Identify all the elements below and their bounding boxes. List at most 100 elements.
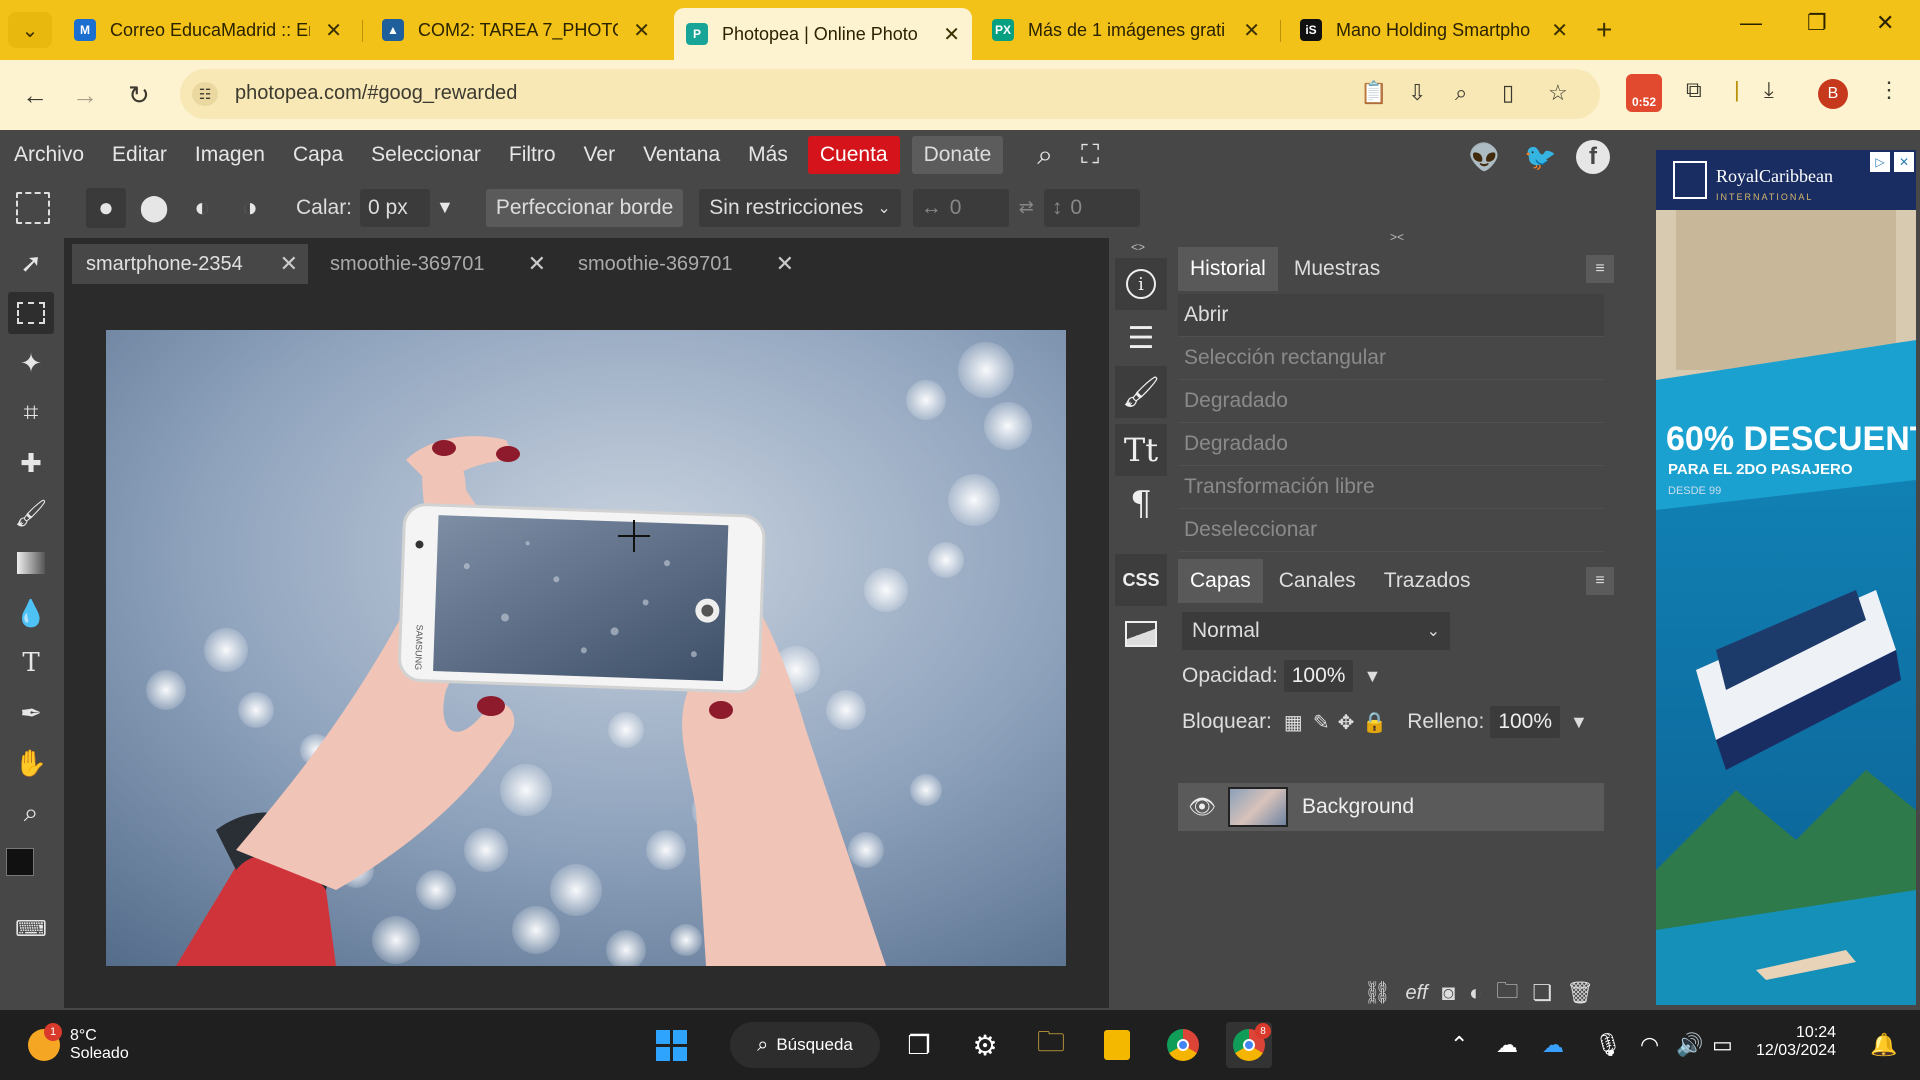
kebab-menu-icon[interactable]: ⋮ xyxy=(1878,77,1900,103)
character-icon[interactable]: Tt xyxy=(1115,424,1167,476)
close-doc-icon[interactable]: ✕ xyxy=(280,251,298,277)
new-tab-plus-icon[interactable]: + xyxy=(1596,14,1612,46)
settings-gear-icon[interactable]: ⚙ xyxy=(962,1022,1008,1068)
clipboard-icon[interactable]: 📋 xyxy=(1360,80,1387,106)
url-text[interactable]: photopea.com/#goog_rewarded xyxy=(235,82,517,105)
close-tab-icon[interactable]: ✕ xyxy=(633,18,650,43)
donate-button[interactable]: Donate xyxy=(911,136,1004,174)
lock-paint-icon[interactable]: ✎ xyxy=(1313,710,1330,735)
weather-widget[interactable]: 1 8°C Soleado xyxy=(28,1022,158,1068)
menu-ventana[interactable]: Ventana xyxy=(643,143,720,167)
selection-new-icon[interactable]: ● xyxy=(86,187,126,228)
taskbar-search[interactable]: ⌕ Búsqueda xyxy=(730,1022,880,1068)
download-icon[interactable]: ⤓ xyxy=(1764,77,1774,103)
foreground-color-swatch[interactable] xyxy=(6,848,34,876)
extensions-puzzle-icon[interactable]: ⧉ xyxy=(1686,77,1702,103)
twitter-icon[interactable]: 🐦 xyxy=(1524,142,1556,173)
rect-select-icon[interactable] xyxy=(16,191,50,224)
close-doc-icon[interactable]: ✕ xyxy=(528,251,546,277)
zoom-tool-icon[interactable]: ⌕ xyxy=(8,792,54,834)
menu-seleccionar[interactable]: Seleccionar xyxy=(371,143,481,167)
menu-capa[interactable]: Capa xyxy=(293,143,343,167)
notes-app-icon[interactable] xyxy=(1094,1022,1140,1068)
info-icon[interactable]: i xyxy=(1115,258,1167,310)
menu-archivo[interactable]: Archivo xyxy=(14,143,84,167)
lock-transparency-icon[interactable]: ▦ xyxy=(1284,710,1303,735)
keyboard-icon[interactable]: ⌨ xyxy=(8,908,54,950)
tab-muestras[interactable]: Muestras xyxy=(1282,247,1392,291)
windows-start-icon[interactable] xyxy=(648,1022,694,1068)
delete-layer-icon[interactable]: 🗑 xyxy=(1566,980,1594,1006)
menu-imagen[interactable]: Imagen xyxy=(195,143,265,167)
history-item[interactable]: Degradado xyxy=(1178,380,1604,423)
clock[interactable]: 10:24 12/03/2024 xyxy=(1756,1024,1836,1060)
selection-subtract-icon[interactable]: ◐ xyxy=(182,192,222,223)
minimize-icon[interactable]: — xyxy=(1740,10,1762,36)
new-group-folder-icon[interactable]: 🗀 xyxy=(1496,974,1518,1012)
lock-all-icon[interactable]: 🔒 xyxy=(1362,710,1387,735)
history-item[interactable]: Deseleccionar xyxy=(1178,509,1604,552)
menu-filtro[interactable]: Filtro xyxy=(509,143,556,167)
adjustment-layer-icon[interactable]: ◐ xyxy=(1469,980,1482,1006)
tab-trazados[interactable]: Trazados xyxy=(1372,559,1483,603)
pen-tool-icon[interactable]: ✒ xyxy=(8,692,54,734)
refine-edge-button[interactable]: Perfeccionar borde xyxy=(485,188,684,227)
bookmark-star-icon[interactable]: ☆ xyxy=(1548,80,1568,106)
browser-tab-active[interactable]: P Photopea | Online Photo ✕ xyxy=(674,8,972,60)
blend-mode-select[interactable]: Normal ⌄ xyxy=(1182,612,1450,650)
ad-close-icon[interactable]: ✕ xyxy=(1894,152,1914,172)
browser-tab[interactable]: PX Más de 1 imágenes grati ✕ xyxy=(980,8,1272,52)
menu-ver[interactable]: Ver xyxy=(584,143,616,167)
site-settings-icon[interactable]: ☷ xyxy=(192,82,218,106)
history-item[interactable]: Selección rectangular xyxy=(1178,337,1604,380)
install-app-icon[interactable]: ⇩ xyxy=(1408,80,1426,106)
new-layer-icon[interactable]: ❏ xyxy=(1532,980,1552,1006)
width-input[interactable]: ↔ 0 xyxy=(912,188,1009,227)
image-icon[interactable] xyxy=(1115,608,1167,660)
constraint-select[interactable]: Sin restricciones ⌄ xyxy=(699,188,901,227)
chevron-up-icon[interactable]: ⌃ xyxy=(1450,1032,1468,1058)
volume-icon[interactable]: 🔊 xyxy=(1676,1032,1703,1058)
history-item[interactable]: Degradado xyxy=(1178,423,1604,466)
tab-search-button[interactable]: ⌄ xyxy=(8,12,52,48)
adchoices-icon[interactable]: ▷ xyxy=(1870,152,1890,172)
layer-mask-icon[interactable]: ◙ xyxy=(1442,980,1455,1006)
back-arrow-icon[interactable]: ← xyxy=(22,80,48,111)
zoom-icon[interactable]: ⌕ xyxy=(1455,80,1467,106)
panel-menu-icon[interactable]: ≡ xyxy=(1586,567,1614,595)
layer-effects-icon[interactable]: eff xyxy=(1405,982,1427,1005)
text-tool-icon[interactable]: T xyxy=(8,642,54,684)
eye-visibility-icon[interactable]: 👁 xyxy=(1188,794,1216,820)
doc-tab-active[interactable]: smartphone-2354 ✕ xyxy=(72,244,308,284)
page-icon[interactable]: ▯ xyxy=(1502,80,1514,106)
close-tab-icon[interactable]: ✕ xyxy=(325,18,342,43)
opacity-dropdown-icon[interactable]: ▼ xyxy=(1363,666,1381,687)
menu-editar[interactable]: Editar xyxy=(112,143,167,167)
browser-tab[interactable]: iS Mano Holding Smartpho ✕ xyxy=(1288,8,1580,52)
battery-icon[interactable]: ▭ xyxy=(1712,1032,1733,1058)
crop-tool-icon[interactable]: ⌗ xyxy=(8,392,54,434)
address-bar[interactable]: ☷ photopea.com/#goog_rewarded 📋 ⇩ ⌕ ▯ ☆ xyxy=(180,69,1600,119)
tab-historial[interactable]: Historial xyxy=(1178,247,1278,291)
file-explorer-icon[interactable]: 🗀 xyxy=(1028,1022,1074,1068)
forward-arrow-icon[interactable]: → xyxy=(72,80,98,111)
wifi-icon[interactable]: ◠ xyxy=(1640,1032,1659,1058)
close-doc-icon[interactable]: ✕ xyxy=(776,251,794,277)
fullscreen-icon[interactable]: ⛶ xyxy=(1081,139,1099,171)
reload-icon[interactable]: ↻ xyxy=(128,80,150,111)
search-icon[interactable]: ⌕ xyxy=(1037,139,1053,172)
blur-tool-icon[interactable]: 💧 xyxy=(8,592,54,634)
brush-tool-icon[interactable]: 🖌 xyxy=(8,492,54,534)
task-view-icon[interactable]: ❐ xyxy=(896,1022,942,1068)
paragraph-icon[interactable]: ¶ xyxy=(1115,478,1167,530)
opacity-input[interactable]: 100% xyxy=(1283,660,1354,692)
lock-move-icon[interactable]: ✥ xyxy=(1338,710,1355,735)
close-tab-icon[interactable]: ✕ xyxy=(943,22,960,47)
facebook-icon[interactable]: f xyxy=(1576,140,1610,174)
advertisement[interactable]: RoyalCaribbean INTERNATIONAL 60% DESCUEN… xyxy=(1656,150,1916,1005)
css-icon[interactable]: CSS xyxy=(1115,554,1167,606)
chrome-icon[interactable] xyxy=(1160,1022,1206,1068)
selection-intersect-icon[interactable]: ◑ xyxy=(230,192,270,223)
doc-tab[interactable]: smoothie-369701 ✕ xyxy=(316,244,556,284)
swap-icon[interactable]: ⇄ xyxy=(1019,197,1034,218)
